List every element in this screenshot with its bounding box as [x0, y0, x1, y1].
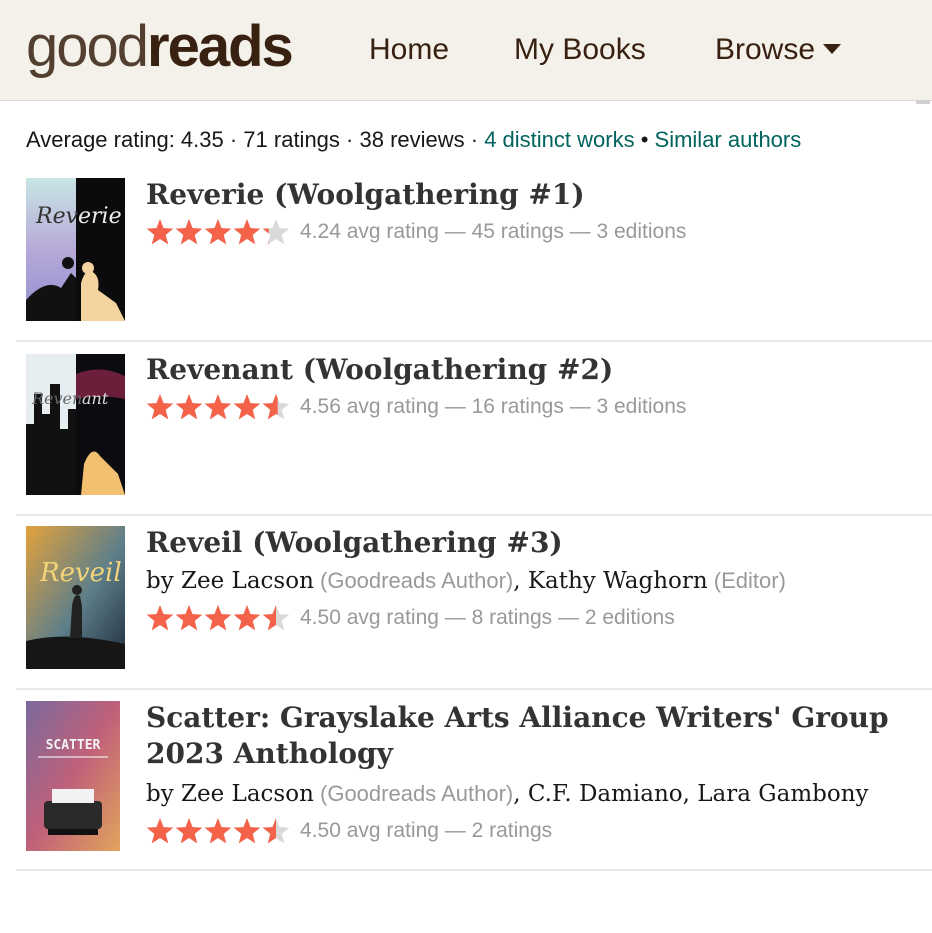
book-cover-scatter[interactable]: SCATTER — [26, 701, 120, 851]
star-filled-icon — [146, 394, 174, 420]
rating-summary: 4.50 avg rating — 2 ratings — [300, 819, 553, 842]
work-title[interactable]: Reverie (Woolgathering #1) — [146, 177, 926, 213]
work-rating: 4.50 avg rating — 8 ratings — 2 editions — [146, 604, 675, 636]
star-filled-icon — [204, 818, 232, 844]
star-filled-icon — [146, 219, 174, 245]
work-title[interactable]: Scatter: Grayslake Arts Alliance Writers… — [146, 700, 926, 772]
author-role: (Editor) — [707, 568, 786, 593]
star-filled-icon — [204, 219, 232, 245]
nav-browse-label: Browse — [715, 33, 816, 66]
author-role: (Goodreads Author) — [313, 781, 514, 806]
ratings-count: 71 ratings — [243, 127, 340, 152]
author-link[interactable]: Zee Lacson — [181, 568, 314, 594]
svg-text:erie: erie — [78, 204, 122, 229]
author-link[interactable]: C.F. Damiano — [528, 781, 683, 807]
star-rating-icon — [146, 605, 290, 631]
star-filled-icon — [233, 605, 261, 631]
star-rating-icon — [146, 394, 290, 420]
star-rating-icon — [146, 818, 290, 844]
star-filled-icon — [233, 818, 261, 844]
work-byline: by Zee Lacson (Goodreads Author), C.F. D… — [146, 781, 869, 807]
nav-home[interactable]: Home — [369, 30, 449, 70]
star-filled-icon — [233, 394, 261, 420]
goodreads-logo[interactable]: goodreads — [26, 12, 294, 82]
author-link[interactable]: Kathy Waghorn — [528, 568, 708, 594]
star-filled-icon — [175, 394, 203, 420]
rating-summary: 4.56 avg rating — 16 ratings — 3 edition… — [300, 395, 687, 418]
star-filled-icon — [175, 818, 203, 844]
star-filled-icon — [233, 219, 261, 245]
work-rating: 4.50 avg rating — 2 ratings — [146, 817, 552, 849]
author-role: (Goodreads Author) — [313, 568, 514, 593]
rating-summary: 4.24 avg rating — 45 ratings — 3 edition… — [300, 220, 687, 243]
scrollbar-thumb[interactable] — [916, 100, 930, 104]
star-filled-icon — [146, 605, 174, 631]
svg-text:Reven: Reven — [31, 389, 82, 408]
svg-text:ant: ant — [82, 389, 109, 408]
book-cover-reveil[interactable]: Reveil — [26, 526, 125, 669]
star-rating-icon — [146, 219, 290, 245]
star-filled-icon — [175, 605, 203, 631]
book-cover-reverie[interactable]: Rev erie — [26, 178, 125, 321]
work-rating: 4.24 avg rating — 45 ratings — 3 edition… — [146, 218, 686, 250]
author-link[interactable]: Zee Lacson — [181, 781, 314, 807]
caret-down-icon — [823, 44, 842, 55]
work-title[interactable]: Reveil (Woolgathering #3) — [146, 525, 926, 561]
work-rating: 4.56 avg rating — 16 ratings — 3 edition… — [146, 393, 686, 425]
nav-browse[interactable]: Browse — [715, 30, 842, 70]
author-stats: Average rating: 4.35 · 71 ratings · 38 r… — [26, 127, 802, 152]
nav-my-books[interactable]: My Books — [514, 30, 646, 70]
star-filled-icon — [146, 818, 174, 844]
divider — [16, 514, 932, 516]
book-cover-revenant[interactable]: Reven ant — [26, 354, 125, 495]
reviews-count: 38 reviews — [359, 127, 465, 152]
star-filled-icon — [204, 605, 232, 631]
svg-text:Rev: Rev — [35, 204, 79, 229]
divider — [16, 869, 932, 871]
distinct-works-link[interactable]: 4 distinct works — [484, 127, 634, 152]
divider — [16, 340, 932, 342]
average-rating: Average rating: 4.35 — [26, 127, 224, 152]
rating-summary: 4.50 avg rating — 8 ratings — 2 editions — [300, 606, 675, 629]
work-byline: by Zee Lacson (Goodreads Author), Kathy … — [146, 568, 786, 594]
similar-authors-link[interactable]: Similar authors — [655, 127, 802, 152]
author-link[interactable]: Lara Gambony — [697, 781, 868, 807]
divider — [16, 688, 932, 690]
work-title[interactable]: Revenant (Woolgathering #2) — [146, 352, 926, 388]
star-filled-icon — [204, 394, 232, 420]
top-navigation-bar: goodreads Home My Books Browse — [0, 0, 932, 101]
star-filled-icon — [175, 219, 203, 245]
svg-text:Reveil: Reveil — [39, 558, 122, 588]
cover-text: SCATTER — [46, 738, 101, 753]
